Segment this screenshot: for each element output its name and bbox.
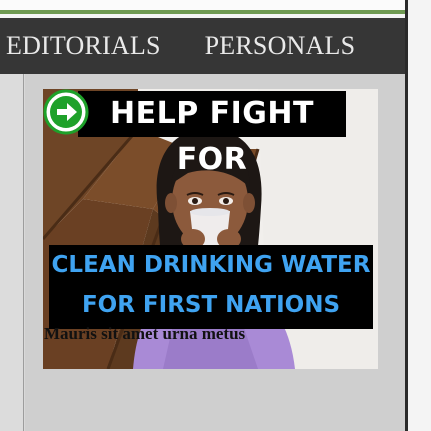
ad-subtitle-line1: CLEAN DRINKING WATER bbox=[51, 252, 371, 278]
article-headline[interactable]: Mauris sit amet urna metus bbox=[44, 324, 245, 344]
left-gutter bbox=[0, 74, 24, 431]
main-navigation: EDITORIALS PERSONALS bbox=[0, 18, 405, 74]
nav-item-editorials[interactable]: EDITORIALS bbox=[6, 31, 161, 61]
content-area: HELP FIGHT FOR CLEAN DRINKING WATER FOR … bbox=[0, 74, 405, 431]
ad-title: HELP FIGHT FOR bbox=[78, 91, 346, 177]
play-arrow-icon[interactable] bbox=[43, 89, 89, 135]
ad-subtitle-line2: FOR FIRST NATIONS bbox=[81, 292, 341, 318]
nav-item-personals[interactable]: PERSONALS bbox=[205, 31, 356, 61]
right-frame bbox=[405, 0, 431, 431]
top-accent-line bbox=[0, 0, 405, 14]
ad-subtitle: CLEAN DRINKING WATER FOR FIRST NATIONS bbox=[49, 245, 373, 329]
